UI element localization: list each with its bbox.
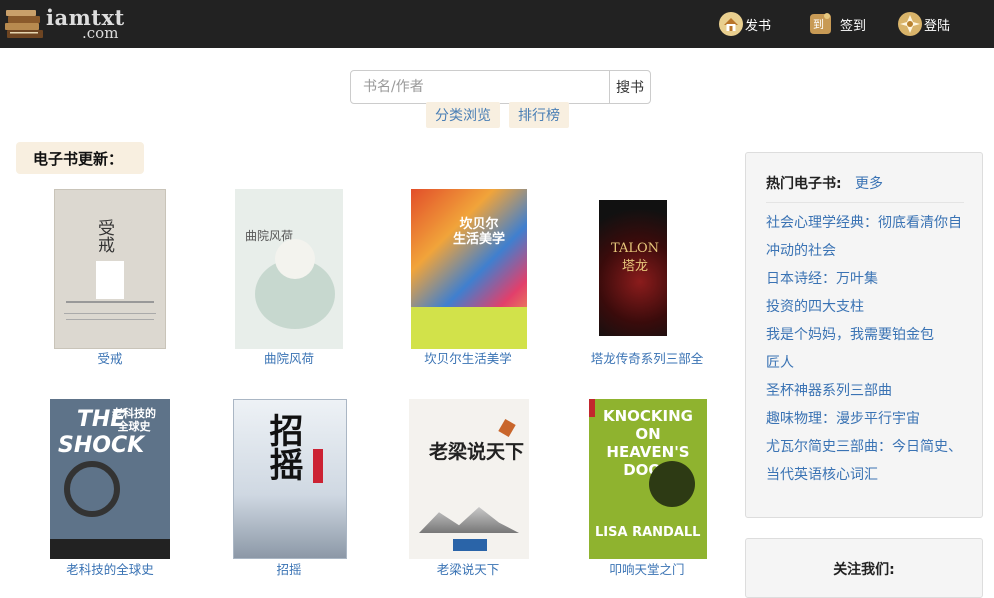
book-card[interactable]: 坎贝尔 生活美学 坎贝尔生活美学 bbox=[378, 188, 558, 368]
hot-book-link[interactable]: 当代英语核心词汇 bbox=[766, 461, 976, 489]
book-card[interactable]: 招摇 招摇 bbox=[199, 398, 379, 578]
book-card[interactable]: KNOCKING ON HEAVEN'S DOOR LISA RANDALL 叩… bbox=[557, 398, 737, 578]
checkin-label: 签到 bbox=[840, 18, 867, 34]
follow-us-title: 关注我们: bbox=[833, 562, 895, 578]
login-label: 登陆 bbox=[924, 18, 951, 34]
cover-text: 老梁说天下 bbox=[429, 441, 525, 463]
ranking-link[interactable]: 排行榜 bbox=[509, 102, 569, 128]
book-title[interactable]: 受戒 bbox=[20, 348, 200, 367]
book-card[interactable]: 老梁说天下 老梁说天下 bbox=[378, 398, 558, 578]
follow-us-panel: 关注我们: bbox=[745, 538, 983, 598]
home-icon bbox=[719, 12, 743, 36]
book-cover[interactable]: 招摇 bbox=[233, 399, 347, 559]
divider bbox=[766, 202, 964, 203]
checkin-badge: 到 bbox=[813, 18, 824, 31]
book-title[interactable]: 老梁说天下 bbox=[378, 559, 558, 578]
hot-book-link[interactable]: 圣杯神器系列三部曲 bbox=[766, 377, 976, 405]
book-title[interactable]: 塔龙传奇系列三部全 bbox=[557, 348, 737, 367]
book-title[interactable]: 叩响天堂之门 bbox=[557, 559, 737, 578]
book-card[interactable]: 受戒 受戒 bbox=[20, 188, 200, 368]
hot-book-link[interactable]: 我是个妈妈，我需要铂金包 bbox=[766, 321, 976, 349]
category-browse-link[interactable]: 分类浏览 bbox=[426, 102, 500, 128]
checkin-button[interactable]: 到 签到 bbox=[807, 11, 866, 37]
cover-text: 招摇 bbox=[263, 413, 303, 481]
book-cover[interactable]: TALON 塔龙 bbox=[599, 200, 667, 336]
cover-text: 坎贝尔 生活美学 bbox=[453, 217, 506, 247]
book-cover[interactable]: 曲院风荷 bbox=[235, 189, 343, 349]
book-cover[interactable]: 坎贝尔 生活美学 bbox=[411, 189, 527, 349]
publish-button[interactable]: 发书 bbox=[718, 11, 771, 37]
book-cover[interactable]: THE SHOCK 老科技的 全球史 bbox=[50, 399, 170, 559]
more-link[interactable]: 更多 bbox=[855, 173, 883, 193]
hot-book-link[interactable]: 趣味物理：漫步平行宇宙 bbox=[766, 405, 976, 433]
book-cover[interactable]: 受戒 bbox=[54, 189, 166, 349]
book-cover[interactable]: 老梁说天下 bbox=[409, 399, 529, 559]
hot-books-title: 热门电子书: bbox=[766, 176, 842, 192]
hot-book-link[interactable]: 投资的四大支柱 bbox=[766, 293, 976, 321]
site-logo[interactable]: iamtxt .com bbox=[2, 4, 124, 44]
cover-text: 受戒 bbox=[94, 219, 114, 253]
book-cover[interactable]: KNOCKING ON HEAVEN'S DOOR LISA RANDALL bbox=[589, 399, 707, 559]
book-card[interactable]: THE SHOCK 老科技的 全球史 老科技的全球史 bbox=[20, 398, 200, 578]
search-button[interactable]: 搜书 bbox=[609, 70, 651, 104]
cover-text: 老科技的 全球史 bbox=[112, 407, 156, 433]
hot-book-link[interactable]: 尤瓦尔简史三部曲：今日简史、 bbox=[766, 433, 976, 461]
book-title[interactable]: 老科技的全球史 bbox=[20, 559, 200, 578]
cover-text: TALON 塔龙 bbox=[610, 241, 659, 274]
book-title[interactable]: 坎贝尔生活美学 bbox=[378, 348, 558, 367]
search-bar: 搜书 bbox=[350, 70, 651, 104]
updates-section-title: 电子书更新： bbox=[16, 142, 144, 174]
book-card[interactable]: TALON 塔龙 塔龙传奇系列三部全 bbox=[557, 188, 737, 368]
hot-books-panel: 热门电子书: 更多 社会心理学经典：彻底看清你自 冲动的社会 日本诗经：万叶集 … bbox=[745, 152, 983, 518]
hot-book-link[interactable]: 社会心理学经典：彻底看清你自 bbox=[766, 209, 976, 237]
books-logo-icon bbox=[5, 10, 43, 38]
book-card[interactable]: 曲院风荷 曲院风荷 bbox=[199, 188, 379, 368]
hot-books-list: 社会心理学经典：彻底看清你自 冲动的社会 日本诗经：万叶集 投资的四大支柱 我是… bbox=[766, 209, 976, 489]
login-icon bbox=[898, 12, 922, 36]
hot-book-link[interactable]: 日本诗经：万叶集 bbox=[766, 265, 976, 293]
hot-book-link[interactable]: 匠人 bbox=[766, 349, 976, 377]
logo-text-domain: .com bbox=[82, 24, 119, 42]
book-title[interactable]: 曲院风荷 bbox=[199, 348, 379, 367]
top-navbar: iamtxt .com 发书 到 签到 登陆 bbox=[0, 0, 994, 48]
login-button[interactable]: 登陆 bbox=[897, 11, 950, 37]
book-title[interactable]: 招摇 bbox=[199, 559, 379, 578]
search-input[interactable] bbox=[350, 70, 610, 104]
hot-book-link[interactable]: 冲动的社会 bbox=[766, 237, 976, 265]
publish-label: 发书 bbox=[745, 18, 772, 34]
